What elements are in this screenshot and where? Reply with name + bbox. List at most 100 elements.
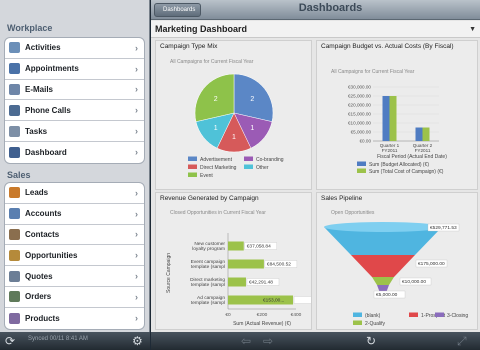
sidebar-item-contacts[interactable]: Contacts › <box>5 225 144 246</box>
forward-arrow-icon[interactable]: ⇨ <box>263 334 273 348</box>
navigation-bar: Dashboards Dashboards <box>151 0 480 20</box>
fullscreen-icon[interactable]: ⤢ <box>457 334 467 348</box>
sidebar-item-label: Orders <box>25 292 52 302</box>
workplace-header: Workplace <box>7 23 53 33</box>
chevron-right-icon: › <box>135 271 138 282</box>
category-label: Direct marketing template (sampl <box>190 277 225 288</box>
account-icon <box>9 208 20 220</box>
x-axis-label: Sum (Actual Revenue) (€) <box>233 321 291 327</box>
bar <box>382 96 390 141</box>
sidebar-item-products[interactable]: Products › <box>5 308 144 329</box>
legend-label: Co-branding <box>256 157 284 163</box>
sales-pipeline-panel: Sales Pipeline Open Opportunities €529,7… <box>316 192 478 330</box>
dashboard-title: Marketing Dashboard <box>155 24 248 34</box>
legend-label: Advertisement <box>200 157 233 163</box>
pie-data-label: 1 <box>250 125 254 132</box>
sidebar-item-tasks[interactable]: Tasks › <box>5 121 144 142</box>
dashboard-header[interactable]: Marketing Dashboard ▼ <box>151 21 480 38</box>
settings-gear-icon[interactable]: ⚙ <box>132 334 143 348</box>
chevron-right-icon: › <box>135 208 138 219</box>
chevron-right-icon: › <box>135 313 138 324</box>
legend-swatch <box>188 172 197 177</box>
nav-title: Dashboards <box>298 2 363 14</box>
chevron-right-icon: › <box>135 126 138 137</box>
bar <box>422 127 430 141</box>
sidebar-item-label: Tasks <box>25 126 48 136</box>
app-root: Workplace Activities › Appointments › E-Mail… <box>0 0 480 350</box>
email-icon <box>9 83 20 95</box>
sidebar-item-label: Products <box>25 313 60 323</box>
legend-swatch <box>244 164 253 169</box>
activities-icon <box>9 42 20 54</box>
budget-bar-chart: €30,000.00 €25,000.00 €20,000.00 €15,000.00… <box>348 85 447 176</box>
sidebar-item-label: Accounts <box>25 209 62 219</box>
data-label: €10,000.00 <box>402 279 426 285</box>
pie-data-label: 1 <box>232 134 236 141</box>
chevron-right-icon: › <box>135 187 138 198</box>
workplace-group: Activities › Appointments › E-Mails › Phone Ca… <box>4 37 145 164</box>
data-label: €153,00... <box>263 298 284 304</box>
legend-label: Event <box>200 173 213 179</box>
y-tick-label: €20,000.00 <box>348 103 371 108</box>
sidebar-item-label: Activities <box>25 43 61 53</box>
pie-data-label: 2 <box>214 96 218 103</box>
sales-funnel-chart: €529,771.53 €175,000.00 €10,000.00 €5,000.0… <box>324 222 468 327</box>
sidebar-item-phone-calls[interactable]: Phone Calls › <box>5 100 144 122</box>
funnel-top-rim <box>324 222 442 232</box>
chevron-right-icon: › <box>135 229 138 240</box>
budget-vs-actual-panel: Campaign Budget vs. Actual Costs (By Fis… <box>316 40 478 190</box>
quote-icon <box>9 270 20 282</box>
sidebar-toolbar: ⟳ Synced 00/11 8:41 AM ⚙ <box>0 332 150 350</box>
data-label: €37,058.84 <box>247 244 271 250</box>
sidebar-item-dashboard[interactable]: Dashboard › <box>5 142 144 163</box>
legend-swatch <box>353 312 362 317</box>
y-tick-label: €30,000.00 <box>348 85 371 90</box>
main-toolbar: ⇦ ⇨ ↻ ⤢ <box>151 332 480 350</box>
pie-data-label: 2 <box>250 96 254 103</box>
sidebar-item-label: Leads <box>25 188 49 198</box>
legend-swatch <box>357 168 366 173</box>
legend-swatch <box>409 312 418 317</box>
legend-label: Sum (Total Cost of Campaign) (€) <box>369 169 444 175</box>
legend-swatch <box>353 320 362 325</box>
refresh-icon[interactable]: ↻ <box>366 334 376 348</box>
campaign-type-mix-panel: Campaign Type Mix All Campaigns for Curr… <box>155 40 312 190</box>
chevron-right-icon: › <box>135 291 138 302</box>
sync-icon[interactable]: ⟳ <box>5 334 15 348</box>
y-tick-label: €5,000.00 <box>351 130 372 135</box>
sales-group: Leads › Accounts › Contacts › Opportunities › Qu… <box>4 182 145 330</box>
contact-icon <box>9 228 20 240</box>
lead-icon <box>9 187 20 199</box>
sidebar-item-e-mails[interactable]: E-Mails › <box>5 80 144 101</box>
data-label: €84,500.52 <box>267 262 291 268</box>
sidebar-item-opportunities[interactable]: Opportunities › <box>5 245 144 267</box>
data-label: €5,000.00 <box>376 292 398 298</box>
sidebar-item-activities[interactable]: Activities › <box>5 38 144 59</box>
order-icon <box>9 291 20 303</box>
sidebar-item-label: Dashboard <box>25 147 67 157</box>
data-label: €529,771.53 <box>430 225 457 231</box>
sidebar: Workplace Activities › Appointments › E-Mail… <box>0 0 150 350</box>
revenue-bar-chart: New customer loyalty program €37,058.84 Eve… <box>166 233 311 327</box>
sidebar-item-orders[interactable]: Orders › <box>5 287 144 308</box>
task-icon <box>9 125 20 137</box>
legend-swatch <box>357 161 366 166</box>
sidebar-item-quotes[interactable]: Quotes › <box>5 266 144 287</box>
chevron-right-icon: › <box>135 250 138 261</box>
sidebar-item-label: Phone Calls <box>25 105 71 115</box>
legend-label: Other <box>256 165 269 171</box>
revenue-by-campaign-panel: Revenue Generated by Campaign Closed Opp… <box>155 192 312 330</box>
sidebar-item-appointments[interactable]: Appointments › <box>5 59 144 80</box>
sidebar-item-accounts[interactable]: Accounts › <box>5 204 144 225</box>
x-tick-label: Quarter 1 FY2011 <box>380 143 400 153</box>
caret-down-icon[interactable]: ▼ <box>469 21 476 38</box>
sidebar-item-leads[interactable]: Leads › <box>5 183 144 204</box>
legend-swatch <box>435 312 444 317</box>
legend-label: 3-Closing <box>447 313 468 319</box>
chevron-right-icon: › <box>135 147 138 158</box>
x-axis-label: Fiscal Period (Actual End Date) <box>377 154 447 160</box>
y-tick-label: €0.00 <box>360 139 372 144</box>
legend-swatch <box>244 156 253 161</box>
back-arrow-icon[interactable]: ⇦ <box>241 334 251 348</box>
chevron-right-icon: › <box>135 84 138 95</box>
